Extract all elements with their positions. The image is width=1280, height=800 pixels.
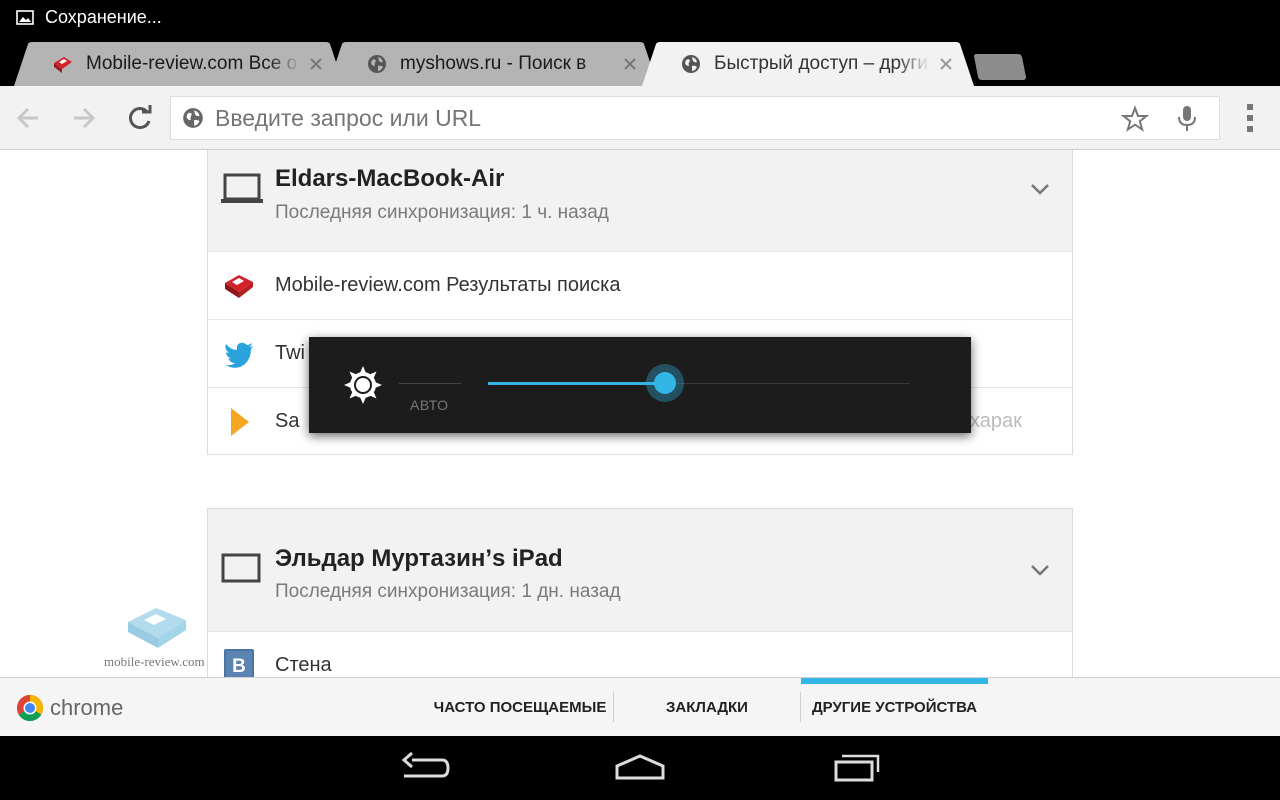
new-tab-button[interactable] [972, 54, 1028, 80]
tab-label: ЧАСТО ПОСЕЩАЕМЫЕ [433, 699, 607, 716]
recent-apps-nav-icon[interactable] [830, 748, 884, 788]
auto-checkbox-line[interactable] [399, 383, 461, 384]
globe-icon [183, 108, 203, 128]
omnibox[interactable] [170, 96, 1220, 140]
slider-thumb-core [654, 372, 677, 394]
mobile-review-logo-icon [128, 608, 186, 648]
item-label: Стена [275, 654, 332, 676]
item-label: Twi [275, 342, 305, 364]
brand-label: chrome [50, 695, 124, 720]
device-header[interactable]: Eldars-MacBook-Air Последняя синхронизац… [208, 150, 1072, 251]
tab-title: Быстрый доступ – други [714, 53, 928, 74]
back-nav-icon[interactable] [398, 748, 450, 788]
device-name: Эльдар Муртазин’s iPad [275, 545, 563, 572]
laptop-icon [221, 173, 263, 203]
brightness-dialog: АВТО [309, 337, 971, 433]
item-label-tail: харак [970, 410, 1022, 432]
tab-title: Mobile-review.com Все о [86, 53, 298, 74]
device-sync-time: Последняя синхронизация: 1 дн. назад [275, 581, 621, 602]
tab-bookmarks[interactable]: ЗАКЛАДКИ [614, 678, 800, 737]
back-button[interactable] [10, 100, 46, 136]
list-item[interactable]: В Стена [208, 631, 1072, 677]
tab-title: myshows.ru - Поиск в [400, 53, 587, 74]
status-bar: Сохранение... [0, 0, 1280, 34]
tab-strip: Mobile-review.com Все о myshows.ru - Пои… [0, 34, 1280, 86]
tablet-icon [221, 553, 261, 583]
forward-arrow-icon [74, 107, 96, 129]
overflow-menu-icon[interactable] [1236, 102, 1264, 134]
close-icon[interactable] [938, 56, 954, 72]
toolbar [0, 86, 1280, 150]
device-header[interactable]: Эльдар Муртазин’s iPad Последняя синхрон… [208, 509, 1072, 631]
tab-label: ЗАКЛАДКИ [666, 699, 748, 716]
mobile-review-icon [54, 57, 72, 73]
tab-other-devices-nav[interactable]: ДРУГИЕ УСТРОЙСТВА [801, 678, 988, 737]
close-icon[interactable] [308, 56, 324, 72]
mic-icon[interactable] [1175, 104, 1199, 134]
mobile-review-icon [225, 274, 253, 298]
item-label: Sa [275, 410, 300, 432]
auto-brightness-toggle[interactable]: АВТО [410, 397, 449, 413]
device-card: Эльдар Муртазин’s iPad Последняя синхрон… [207, 508, 1073, 677]
item-label: Mobile-review.com Результаты поиска [275, 274, 621, 296]
mobile-review-watermark: mobile-review.com [100, 604, 210, 674]
svg-text:В: В [232, 656, 246, 677]
chrome-logo-icon [16, 694, 44, 722]
url-input[interactable] [215, 104, 1219, 132]
device-sync-time: Последняя синхронизация: 1 ч. назад [275, 202, 609, 223]
back-arrow-icon [16, 107, 38, 129]
home-nav-icon[interactable] [613, 748, 667, 788]
image-icon [16, 9, 34, 25]
forward-button[interactable] [66, 100, 102, 136]
list-item[interactable]: Mobile-review.com Результаты поиска [208, 251, 1072, 319]
tab-myshows[interactable]: myshows.ru - Поиск в [328, 42, 658, 86]
tab-label: ДРУГИЕ УСТРОЙСТВА [811, 699, 978, 716]
tab-most-visited[interactable]: ЧАСТО ПОСЕЩАЕМЫЕ [426, 678, 614, 737]
device-name: Eldars-MacBook-Air [275, 165, 505, 192]
slider-thumb[interactable] [646, 364, 685, 402]
android-navigation-bar [0, 736, 1280, 800]
globe-icon [368, 55, 386, 73]
tab-other-devices[interactable]: Быстрый доступ – други [642, 42, 974, 86]
tab-mobile-review[interactable]: Mobile-review.com Все о [14, 42, 344, 86]
sun-icon [344, 366, 382, 404]
vk-icon: В [224, 649, 254, 677]
reload-icon [129, 105, 152, 130]
chevron-down-icon[interactable] [1030, 563, 1050, 577]
star-icon[interactable] [1121, 105, 1149, 133]
chrome-brand: chrome [16, 694, 123, 722]
brightness-slider[interactable] [488, 364, 910, 402]
slider-fill [488, 382, 666, 385]
bottom-tab-bar: chrome ЧАСТО ПОСЕЩАЕМЫЕ ЗАКЛАДКИ ДРУГИЕ … [0, 677, 1280, 736]
globe-icon [682, 55, 700, 73]
status-text: Сохранение... [45, 6, 162, 27]
chevron-down-icon[interactable] [1030, 182, 1050, 196]
twitter-bird-icon [225, 342, 253, 368]
watermark-text: mobile-review.com [104, 654, 205, 669]
play-triangle-icon [231, 407, 249, 436]
reload-button[interactable] [122, 100, 158, 136]
close-icon[interactable] [622, 56, 638, 72]
